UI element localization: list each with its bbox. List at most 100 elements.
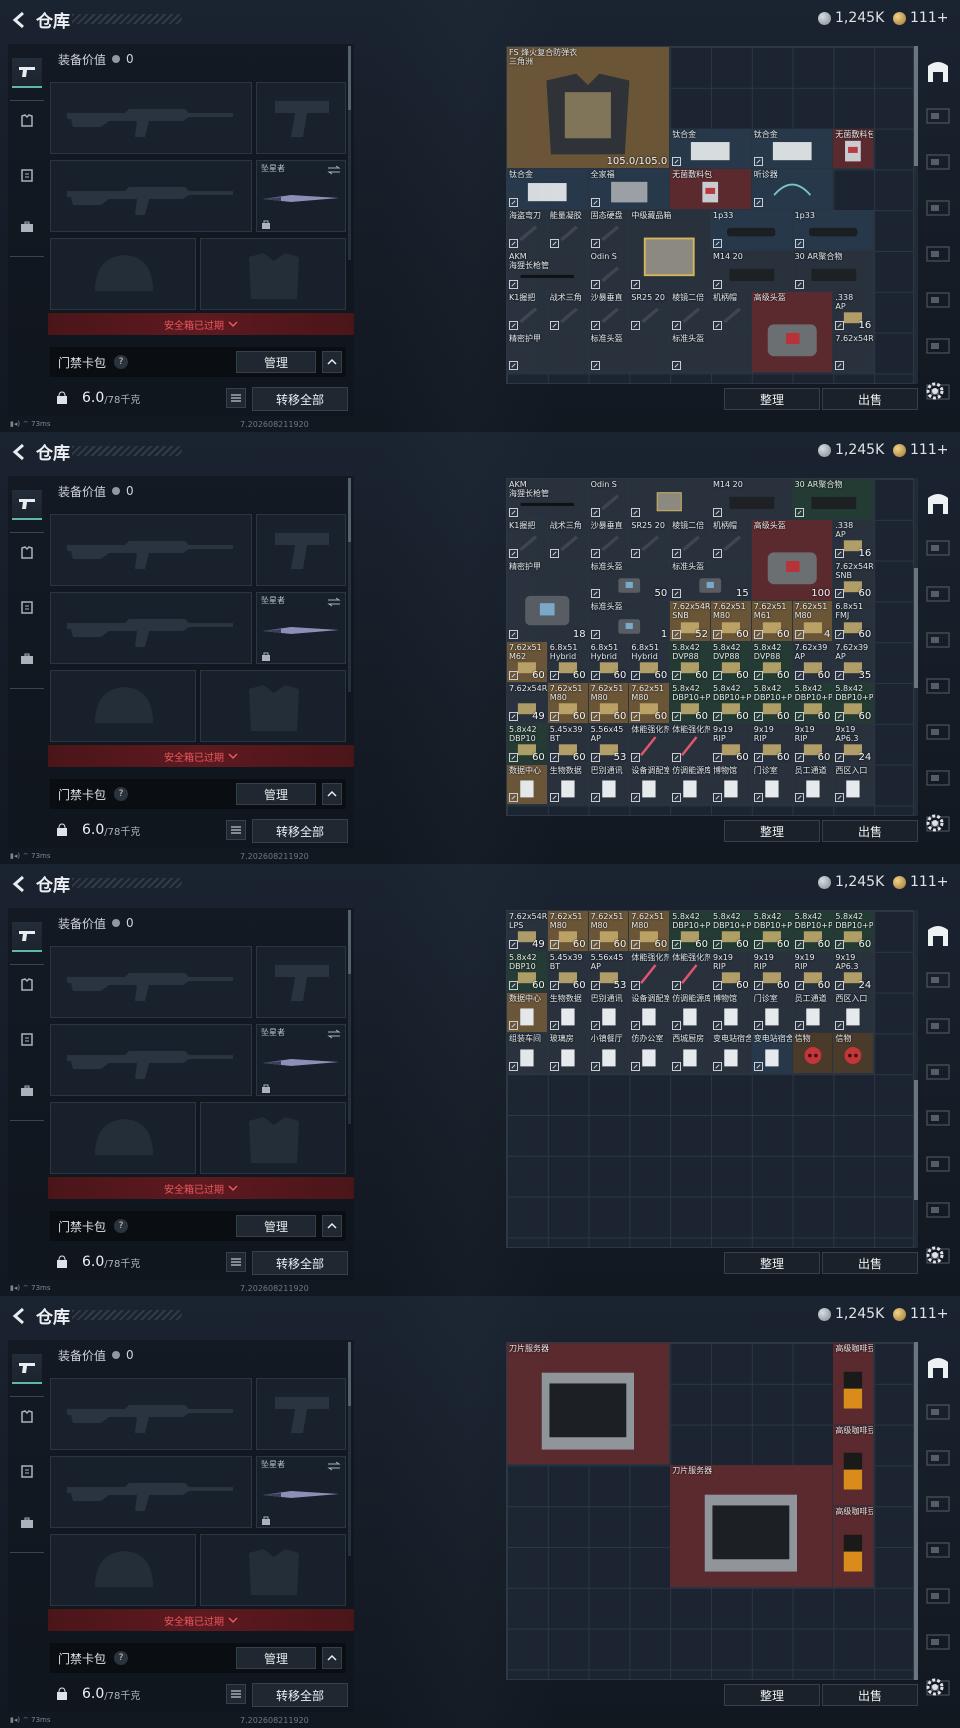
body-armor-slot[interactable] (200, 1534, 346, 1606)
stash-item[interactable]: 中级藏品箱 (629, 210, 711, 292)
body-armor-slot[interactable] (200, 670, 346, 742)
list-view-button[interactable] (226, 1252, 246, 1272)
stash-item[interactable]: 沙暴垂直 (588, 291, 630, 333)
scrollbar-thumb[interactable] (348, 1342, 351, 1406)
stash-item[interactable]: 标准头盔 50 (588, 560, 671, 602)
stash-item[interactable]: 设备调配室 (629, 992, 671, 1034)
stash-item[interactable]: 5.8x42 DVP88 60 (751, 642, 793, 683)
scrollbar-thumb[interactable] (914, 568, 918, 688)
stash-item[interactable]: 7.62x51 M80 60 (588, 911, 630, 952)
stash-item[interactable]: 7.62x51 M80 60 (629, 683, 671, 724)
stash-scrollbar[interactable] (914, 46, 918, 384)
stash-page-icon[interactable] (924, 1448, 952, 1468)
stash-item[interactable]: 战术三角 (547, 519, 589, 561)
stash-item[interactable]: 5.8x42 DVP88 60 (711, 642, 752, 683)
stash-page-icon[interactable] (924, 1402, 952, 1422)
stash-item[interactable]: 1p33 (792, 210, 875, 251)
stash-item[interactable]: 员工通道 (792, 764, 834, 806)
stash-item[interactable]: 5.8x42 DBP10+P 60 (833, 911, 875, 952)
stash-item[interactable]: 6.8x51 Hybrid 60 (629, 642, 671, 683)
stash-item[interactable]: 棱镜二倍 (670, 519, 711, 561)
stash-item[interactable]: 标准头盔 15 (670, 560, 752, 602)
stash-item[interactable]: 机柄帽 (711, 291, 752, 333)
stash-item[interactable]: 体能强化剂 (670, 951, 711, 993)
stash-item[interactable]: 高级咖啡豆 (833, 1424, 875, 1507)
stash-item[interactable]: 固态硬盘 (588, 210, 630, 251)
gear-icon[interactable] (924, 1676, 946, 1698)
collapse-button[interactable] (322, 783, 342, 805)
stash-item[interactable]: 标准头盔 (670, 332, 752, 374)
stash-item[interactable]: 仿调能源库 (670, 764, 711, 806)
stash-item[interactable]: 9x19 RIP 60 (751, 951, 793, 993)
stash-item[interactable]: 数据中心 (507, 764, 548, 806)
stash-item[interactable]: 5.8x42 DBP10+P 60 (792, 683, 834, 724)
stash-item[interactable]: Odin S (588, 479, 630, 520)
swap-icon[interactable] (327, 1461, 341, 1471)
stash-item[interactable]: 西区入口 (833, 764, 875, 806)
stash-item[interactable]: M14 20 (711, 251, 793, 292)
stash-home-icon[interactable] (924, 920, 952, 948)
stash-page-icon[interactable] (924, 1108, 952, 1128)
loadout-scrollbar[interactable] (348, 478, 351, 692)
stash-item[interactable]: 30 AR聚合物 (792, 479, 875, 520)
swap-icon[interactable] (327, 165, 341, 175)
stash-item[interactable]: 5.8x42 DBP10+P 60 (711, 683, 752, 724)
stash-home-icon[interactable] (924, 488, 952, 516)
stash-item[interactable]: 高级咖啡豆 (833, 1506, 875, 1588)
stash-page-icon[interactable] (924, 336, 952, 356)
stash-item[interactable]: 钛合金 (670, 128, 752, 170)
primary-weapon-slot[interactable] (50, 82, 252, 154)
stash-grid[interactable]: FS 烽火复合防弹衣 三角洲 105.0/105.0 钛合金 钛合金 无菌敷料包 钛合金全… (506, 46, 914, 384)
stash-page-icon[interactable] (924, 630, 952, 650)
stash-item[interactable]: 组装车间 (507, 1033, 548, 1075)
stash-page-icon[interactable] (924, 1062, 952, 1082)
tab-medical[interactable] (12, 160, 42, 190)
transfer-all-button[interactable]: 转移全部 (252, 1683, 348, 1707)
stash-item[interactable]: 巴别通讯 (588, 764, 630, 806)
stash-item[interactable]: 7.62x51 M80 60 (588, 683, 630, 724)
stash-item[interactable]: 标准头盔 1 (588, 601, 671, 643)
tab-armor[interactable] (12, 106, 42, 136)
stash-home-icon[interactable] (924, 1352, 952, 1380)
help-icon[interactable]: ? (114, 787, 129, 801)
tab-case[interactable] (12, 212, 42, 242)
stash-item[interactable]: 5.8x42 DBP10+P 60 (670, 911, 711, 952)
tab-weapons[interactable] (12, 1354, 42, 1384)
melee-slot[interactable]: 坠星者 (256, 1024, 346, 1096)
tab-case[interactable] (12, 1076, 42, 1106)
sort-button[interactable]: 整理 (724, 820, 820, 842)
primary-weapon-slot[interactable] (50, 514, 252, 586)
tab-medical[interactable] (12, 1456, 42, 1486)
stash-page-icon[interactable] (924, 244, 952, 264)
tab-weapons[interactable] (12, 58, 42, 88)
stash-item[interactable]: 钛合金 (751, 128, 834, 170)
stash-item[interactable]: 刀片服务器 (670, 1465, 834, 1588)
safe-box-expired-banner[interactable]: 安全箱已过期 (48, 1609, 354, 1631)
secondary-weapon-slot[interactable] (256, 946, 346, 1018)
stash-item[interactable]: M14 20 (711, 479, 793, 520)
stash-item[interactable]: 5.8x42 DBP10 60 (507, 951, 548, 993)
stash-item[interactable]: 7.62x39 AP 35 (833, 642, 875, 683)
stash-item[interactable]: 5.8x42 DBP10+P 60 (751, 911, 793, 952)
stash-item[interactable]: 5.8x42 DBP10+P 60 (833, 683, 875, 724)
stash-item[interactable]: .338 AP 16 (833, 519, 875, 561)
secondary-weapon-slot[interactable] (256, 82, 346, 154)
stash-item[interactable]: 精密护甲 18 (507, 560, 589, 643)
stash-item[interactable]: 5.8x42 DBP10+P 60 (711, 911, 752, 952)
stash-item[interactable]: 5.8x42 DBP10+P 60 (792, 911, 834, 952)
stash-item[interactable]: 6.8x51 Hybrid 60 (588, 642, 630, 683)
stash-item[interactable]: .338 AP 16 (833, 291, 875, 333)
stash-item[interactable]: 5.8x42 DVP88 60 (670, 642, 711, 683)
scrollbar-thumb[interactable] (348, 478, 351, 542)
safe-box-expired-banner[interactable]: 安全箱已过期 (48, 313, 354, 335)
help-icon[interactable]: ? (114, 1651, 129, 1665)
safe-box-expired-banner[interactable]: 安全箱已过期 (48, 1177, 354, 1199)
stash-item[interactable]: 沙暴垂直 (588, 519, 630, 561)
transfer-all-button[interactable]: 转移全部 (252, 387, 348, 411)
melee-slot[interactable]: 坠星者 (256, 1456, 346, 1528)
stash-item[interactable] (629, 479, 711, 520)
stash-scrollbar[interactable] (914, 910, 918, 1248)
stash-page-icon[interactable] (924, 970, 952, 990)
stash-grid[interactable]: 7.62x54R LPS 49 7.62x51 M80 60 7.62x51 M80 60… (506, 910, 914, 1248)
stash-item[interactable]: 5.45x39 BT 60 (547, 723, 589, 765)
